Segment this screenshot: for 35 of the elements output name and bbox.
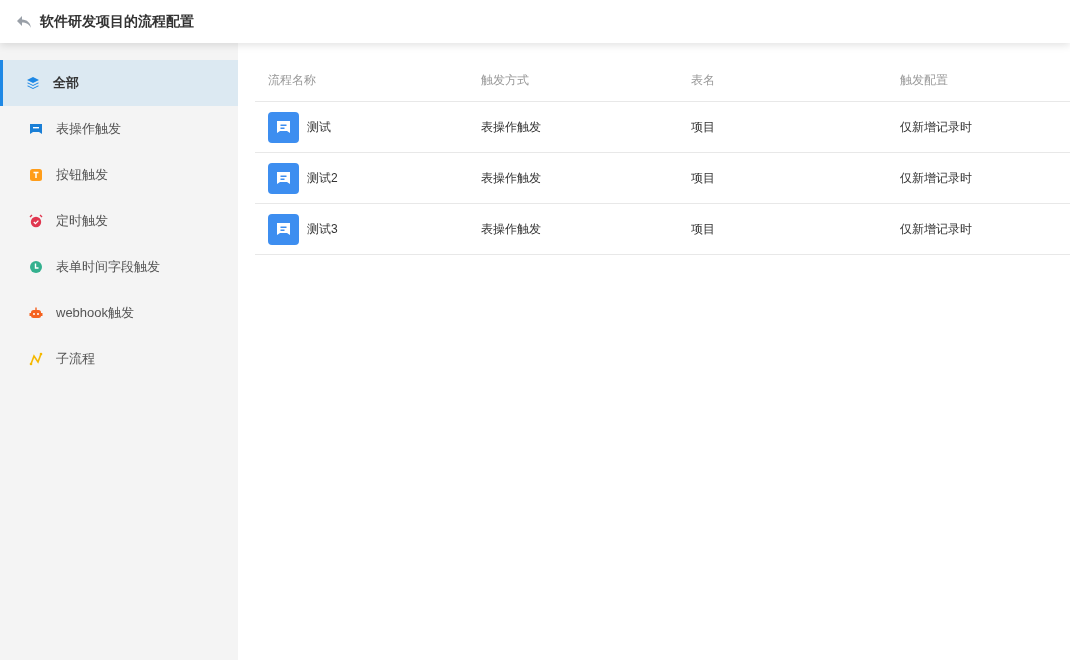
table-cell: 测试3	[307, 220, 338, 238]
table-cell: 测试2	[307, 169, 338, 187]
page-title: 软件研发项目的流程配置	[40, 12, 194, 31]
table-cell-text: 表操作触发	[480, 220, 542, 238]
table-cell: 测试	[307, 118, 331, 136]
square-t-icon	[29, 168, 43, 182]
column-header: 表名	[690, 72, 716, 89]
column-header: 触发方式	[480, 72, 530, 89]
sidebar-item[interactable]: 全部	[0, 60, 238, 106]
table-cell-text: 仅新增记录时	[899, 169, 973, 187]
flow-icon	[268, 111, 299, 143]
flow-icon	[268, 213, 299, 245]
zigzag-line-icon	[29, 352, 43, 366]
back-arrow-icon[interactable]	[16, 14, 32, 29]
sidebar-item[interactable]: 表操作触发	[0, 106, 238, 152]
table-cell-text: 仅新增记录时	[899, 118, 973, 136]
column-header: 触发配置	[899, 72, 949, 89]
table-cell-text: 表操作触发	[480, 118, 542, 136]
table-cell-text: 仅新增记录时	[899, 220, 973, 238]
column-header: 流程名称	[267, 72, 317, 89]
sidebar-item[interactable]: 子流程	[0, 336, 238, 382]
clock-icon	[29, 260, 43, 274]
table-cell-text: 项目	[690, 220, 716, 238]
sidebar-item[interactable]: 按钮触发	[0, 152, 238, 198]
flow-icon	[268, 162, 299, 194]
table-cell-text: 项目	[690, 169, 716, 187]
alarm-clock-icon	[29, 214, 43, 228]
layers-icon	[26, 76, 40, 90]
robot-icon	[29, 306, 43, 320]
sidebar-item[interactable]: 定时触发	[0, 198, 238, 244]
flag-icon	[29, 122, 43, 136]
sidebar-item[interactable]: 表单时间字段触发	[0, 244, 238, 290]
table-cell-text: 表操作触发	[480, 169, 542, 187]
table-cell-text: 项目	[690, 118, 716, 136]
sidebar-item[interactable]: webhook触发	[0, 290, 238, 336]
